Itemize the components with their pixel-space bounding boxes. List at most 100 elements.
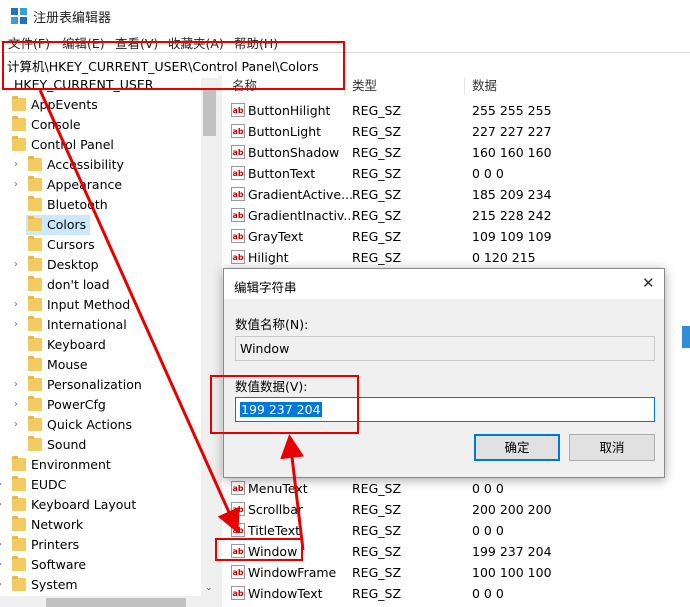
tree-item-label: Network — [31, 517, 84, 532]
folder-icon — [28, 256, 42, 271]
annotation-box-address — [2, 41, 345, 90]
string-value-icon: ab — [231, 124, 245, 138]
tree-item[interactable]: Environment — [0, 455, 200, 475]
string-value-icon: ab — [231, 250, 245, 264]
value-row[interactable]: ab MenuText REG_SZ 0 0 0 — [222, 478, 690, 499]
tree-item[interactable]: › Quick Actions — [0, 415, 200, 435]
value-data: 199 237 204 — [472, 544, 552, 559]
expand-chevron-icon[interactable]: › — [14, 315, 24, 335]
tree-item[interactable]: › PowerCfg — [0, 395, 200, 415]
value-data: 185 209 234 — [472, 187, 552, 202]
value-name: ButtonShadow — [248, 145, 340, 160]
expand-chevron-icon[interactable]: › — [14, 375, 24, 395]
expand-chevron-icon[interactable]: › — [14, 155, 24, 175]
value-type: REG_SZ — [352, 124, 402, 139]
value-row[interactable]: ab ButtonLight REG_SZ 227 227 227 — [222, 121, 690, 142]
window-title: 注册表编辑器 — [33, 11, 112, 26]
value-type: REG_SZ — [352, 586, 402, 601]
tree-item-label: Appearance — [47, 177, 123, 192]
value-type: REG_SZ — [352, 565, 402, 580]
tree-item[interactable]: › Personalization — [0, 375, 200, 395]
value-row[interactable]: ab GradientActive... REG_SZ 185 209 234 — [222, 184, 690, 205]
tree-item[interactable]: Colors — [26, 215, 90, 235]
tree-item[interactable]: don't load — [0, 275, 200, 295]
expand-chevron-icon[interactable]: › — [14, 175, 24, 195]
column-header-data[interactable]: 数据 — [472, 75, 497, 97]
scroll-down-arrow-icon[interactable]: ⌄ — [205, 583, 213, 593]
tree-item[interactable]: AppEvents — [0, 95, 200, 115]
tree-scroll-thumb[interactable] — [203, 88, 216, 136]
tree-item[interactable]: Network — [0, 515, 200, 535]
close-icon[interactable]: ✕ — [642, 274, 655, 292]
value-row[interactable]: ab ButtonText REG_SZ 0 0 0 — [222, 163, 690, 184]
value-name-field: Window — [235, 336, 655, 361]
expand-chevron-icon[interactable]: › — [0, 495, 8, 515]
value-type: REG_SZ — [352, 145, 402, 160]
tree-item[interactable]: › Software — [0, 555, 200, 575]
tree-item-label: Input Method — [47, 297, 131, 312]
value-data: 0 0 0 — [472, 481, 504, 496]
tree-item[interactable]: Console — [0, 115, 200, 135]
tree-item-label: Personalization — [47, 377, 142, 392]
tree-item[interactable]: Control Panel — [0, 135, 200, 155]
tree-item[interactable]: › EUDC — [0, 475, 200, 495]
folder-icon — [28, 276, 42, 291]
value-type: REG_SZ — [352, 523, 402, 538]
tree-item-label: EUDC — [31, 477, 67, 492]
tree-item[interactable]: › Input Method — [0, 295, 200, 315]
value-data: 255 255 255 — [472, 103, 552, 118]
tree-item-label: Quick Actions — [47, 417, 132, 432]
tree-item[interactable]: Sound — [0, 435, 200, 455]
value-row[interactable]: ab GrayText REG_SZ 109 109 109 — [222, 226, 690, 247]
value-data: 109 109 109 — [472, 229, 552, 244]
value-type: REG_SZ — [352, 229, 402, 244]
value-type: REG_SZ — [352, 481, 402, 496]
expand-chevron-icon[interactable]: › — [0, 475, 8, 495]
expand-chevron-icon[interactable]: › — [14, 295, 24, 315]
value-row[interactable]: ab GradientInactiv... REG_SZ 215 228 242 — [222, 205, 690, 226]
tree-item[interactable]: › Accessibility — [0, 155, 200, 175]
cancel-button[interactable]: 取消 — [569, 434, 655, 461]
value-row[interactable]: ab WindowFrame REG_SZ 100 100 100 — [222, 562, 690, 583]
value-name: ButtonHilight — [248, 103, 331, 118]
tree-item-label: Colors — [47, 217, 87, 232]
expand-chevron-icon[interactable]: › — [0, 535, 8, 555]
expand-chevron-icon[interactable]: › — [14, 255, 24, 275]
tree-item[interactable]: › Printers — [0, 535, 200, 555]
string-value-icon: ab — [231, 145, 245, 159]
value-row[interactable]: ab Hilight REG_SZ 0 120 215 — [222, 247, 690, 268]
folder-icon — [28, 236, 42, 251]
column-header-type[interactable]: 类型 — [352, 75, 377, 97]
column-divider[interactable] — [464, 77, 465, 95]
dialog-title: 编辑字符串 — [234, 280, 297, 295]
value-row[interactable]: ab Scrollbar REG_SZ 200 200 200 — [222, 499, 690, 520]
folder-icon — [28, 416, 42, 431]
value-name-label: 数值名称(N): — [235, 317, 309, 332]
tree-item[interactable]: › System — [0, 575, 200, 595]
value-row[interactable]: ab WindowText REG_SZ 0 0 0 — [222, 583, 690, 604]
folder-icon — [12, 576, 26, 591]
tree-item[interactable]: Bluetooth — [0, 195, 200, 215]
expand-chevron-icon[interactable]: › — [0, 575, 8, 595]
regedit-icon — [11, 8, 27, 24]
tree-item[interactable]: Mouse — [0, 355, 200, 375]
tree-item[interactable]: › Keyboard Layout — [0, 495, 200, 515]
expand-chevron-icon[interactable]: › — [14, 415, 24, 435]
ok-button[interactable]: 确定 — [474, 434, 560, 461]
tree-item[interactable]: › Appearance — [0, 175, 200, 195]
tree-item[interactable]: Cursors — [0, 235, 200, 255]
expand-chevron-icon[interactable]: › — [0, 555, 8, 575]
tree-item-label: Accessibility — [47, 157, 124, 172]
tree-vertical-scrollbar[interactable] — [201, 78, 218, 607]
value-row[interactable]: ab ButtonHilight REG_SZ 255 255 255 — [222, 100, 690, 121]
folder-icon — [28, 156, 42, 171]
folder-icon — [28, 176, 42, 191]
expand-chevron-icon[interactable]: › — [14, 395, 24, 415]
folder-icon — [28, 356, 42, 371]
tree-item[interactable]: › Desktop — [0, 255, 200, 275]
tree-hscroll-thumb[interactable] — [46, 598, 186, 607]
tree-item[interactable]: Keyboard — [0, 335, 200, 355]
value-name: MenuText — [248, 481, 308, 496]
value-row[interactable]: ab ButtonShadow REG_SZ 160 160 160 — [222, 142, 690, 163]
tree-item[interactable]: › International — [0, 315, 200, 335]
